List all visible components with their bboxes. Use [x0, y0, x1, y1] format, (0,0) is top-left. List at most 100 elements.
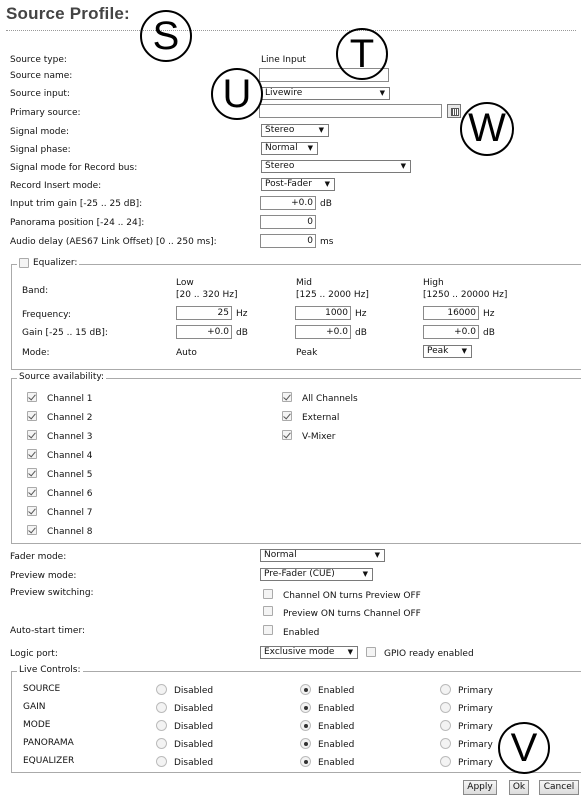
live-control-radio[interactable]	[300, 702, 311, 713]
live-control-radio[interactable]	[156, 684, 167, 695]
live-control-radio[interactable]	[300, 756, 311, 767]
availability-checkbox[interactable]	[282, 411, 292, 421]
annotation-s: S	[140, 10, 192, 62]
ok-button[interactable]: Ok	[509, 780, 529, 795]
live-control-radio[interactable]	[300, 720, 311, 731]
source-input-select[interactable]: Livewire ▼	[261, 87, 390, 100]
logic-port-label: Logic port:	[10, 649, 58, 659]
eq-high-gain-input[interactable]: +0.0	[423, 325, 479, 339]
equalizer-checkbox[interactable]	[19, 258, 29, 268]
channel-checkbox[interactable]	[27, 487, 37, 497]
channel-checkbox[interactable]	[27, 411, 37, 421]
live-control-radio[interactable]	[156, 738, 167, 749]
live-control-option-label: Enabled	[318, 686, 355, 696]
apply-button[interactable]: Apply	[463, 780, 497, 795]
live-control-radio[interactable]	[440, 756, 451, 767]
live-control-radio[interactable]	[300, 738, 311, 749]
signal-mode-select[interactable]: Stereo ▼	[261, 124, 329, 137]
chevron-down-icon: ▼	[400, 162, 406, 170]
channel-label: Channel 2	[47, 413, 93, 423]
channel-label: Channel 4	[47, 451, 93, 461]
availability-checkbox[interactable]	[282, 392, 292, 402]
eq-low-gain-unit: dB	[236, 328, 248, 338]
signal-mode-value: Stereo	[265, 125, 295, 135]
audio-delay-input[interactable]: 0	[260, 234, 316, 248]
live-control-option-label: Primary	[458, 722, 493, 732]
channel-checkbox[interactable]	[27, 392, 37, 402]
primary-source-input[interactable]	[259, 104, 442, 118]
live-control-option-label: Primary	[458, 740, 493, 750]
input-trim-input[interactable]: +0.0	[260, 196, 316, 210]
panorama-label: Panorama position [-24 .. 24]:	[10, 218, 145, 228]
eq-mid-gain-input[interactable]: +0.0	[295, 325, 351, 339]
chevron-down-icon: ▼	[374, 551, 380, 559]
live-control-option-label: Disabled	[174, 740, 214, 750]
live-control-radio[interactable]	[440, 720, 451, 731]
live-control-radio[interactable]	[440, 702, 451, 713]
signal-phase-select[interactable]: Normal ▼	[261, 142, 318, 155]
band-mid-name: Mid	[296, 278, 312, 288]
gain-label: Gain [-25 .. 15 dB]:	[22, 328, 108, 338]
channel-checkbox[interactable]	[27, 525, 37, 535]
live-control-option-label: Disabled	[174, 758, 214, 768]
chevron-down-icon: ▼	[318, 126, 324, 134]
eq-mid-frequency-unit: Hz	[355, 309, 367, 319]
signal-mode-record-label: Signal mode for Record bus:	[10, 163, 138, 173]
picker-icon[interactable]	[447, 104, 461, 118]
signal-mode-record-select[interactable]: Stereo ▼	[261, 160, 411, 173]
eq-mid-frequency-input[interactable]: 1000	[295, 306, 351, 320]
availability-checkbox[interactable]	[282, 430, 292, 440]
band-high-name: High	[423, 278, 444, 288]
channel-checkbox[interactable]	[27, 506, 37, 516]
channel-checkbox[interactable]	[27, 468, 37, 478]
live-control-name: MODE	[23, 720, 51, 730]
chevron-down-icon: ▼	[362, 570, 368, 578]
chevron-down-icon: ▼	[347, 648, 353, 656]
live-controls-fieldset	[11, 671, 581, 773]
live-control-option-label: Disabled	[174, 686, 214, 696]
auto-start-checkbox[interactable]	[263, 625, 273, 635]
cancel-button[interactable]: Cancel	[539, 780, 579, 795]
annotation-w: W	[460, 102, 514, 156]
fader-mode-select[interactable]: Normal ▼	[260, 549, 385, 562]
signal-phase-label: Signal phase:	[10, 145, 71, 155]
logic-port-select[interactable]: Exclusive mode ▼	[260, 646, 358, 659]
input-trim-label: Input trim gain [-25 .. 25 dB]:	[10, 199, 143, 209]
eq-high-mode-select[interactable]: Peak ▼	[423, 345, 472, 358]
eq-low-frequency-unit: Hz	[236, 309, 248, 319]
fader-mode-value: Normal	[264, 550, 297, 560]
live-control-radio[interactable]	[440, 684, 451, 695]
channel-checkbox[interactable]	[27, 449, 37, 459]
live-control-option-label: Enabled	[318, 722, 355, 732]
live-control-radio[interactable]	[156, 720, 167, 731]
preview-mode-select[interactable]: Pre-Fader (CUE) ▼	[260, 568, 373, 581]
eq-low-frequency-input[interactable]: 25	[176, 306, 232, 320]
live-control-radio[interactable]	[300, 684, 311, 695]
audio-delay-unit: ms	[320, 237, 334, 247]
mode-label: Mode:	[22, 348, 50, 358]
live-control-radio[interactable]	[156, 756, 167, 767]
source-availability-fieldset	[11, 378, 581, 544]
eq-low-gain-input[interactable]: +0.0	[176, 325, 232, 339]
panorama-input[interactable]: 0	[260, 215, 316, 229]
preview-on-channel-off-checkbox[interactable]	[263, 606, 273, 616]
channel-checkbox[interactable]	[27, 430, 37, 440]
record-insert-select[interactable]: Post-Fader ▼	[261, 178, 335, 191]
audio-delay-label: Audio delay (AES67 Link Offset) [0 .. 25…	[10, 237, 217, 247]
live-control-radio[interactable]	[440, 738, 451, 749]
live-control-radio[interactable]	[156, 702, 167, 713]
page-title: Source Profile:	[6, 4, 130, 23]
eq-high-mode-value: Peak	[427, 346, 449, 356]
signal-phase-value: Normal	[265, 143, 298, 153]
channel-on-preview-off-checkbox[interactable]	[263, 589, 273, 599]
auto-start-option-label: Enabled	[283, 628, 320, 638]
gpio-ready-checkbox[interactable]	[366, 647, 376, 657]
live-control-option-label: Primary	[458, 704, 493, 714]
live-control-name: GAIN	[23, 702, 46, 712]
source-input-label: Source input:	[10, 89, 70, 99]
annotation-v: V	[498, 722, 550, 774]
equalizer-legend-text: Equalizer:	[33, 258, 78, 268]
frequency-label: Frequency:	[22, 310, 71, 320]
eq-high-frequency-input[interactable]: 16000	[423, 306, 479, 320]
logic-port-value: Exclusive mode	[264, 647, 335, 657]
